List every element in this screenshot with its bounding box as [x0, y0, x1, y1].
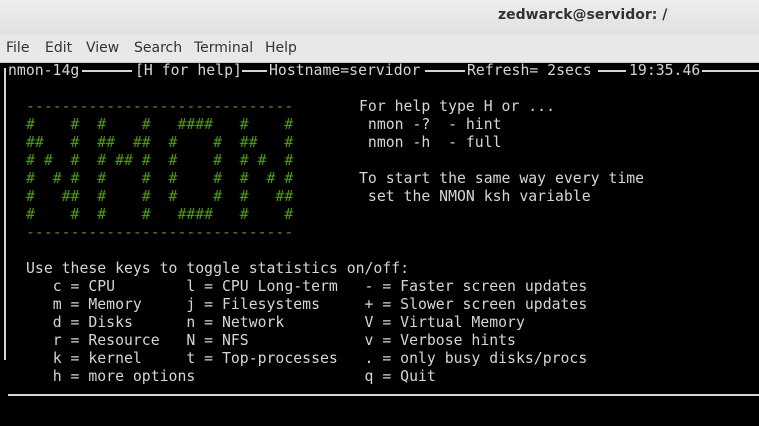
menu-bar: File Edit View Search Terminal Help	[0, 34, 759, 63]
header-rule	[82, 70, 132, 72]
logo-line: # # # # #### # #	[26, 206, 294, 223]
help-line: nmon -? - hint	[359, 116, 502, 133]
window-titlebar[interactable]: zedwarck@servidor: /	[0, 0, 759, 34]
header-rule	[598, 70, 626, 72]
header-help-hint: [H for help]	[135, 62, 242, 79]
menu-terminal[interactable]: Terminal	[194, 40, 253, 56]
header-app: nmon-14g	[8, 62, 80, 79]
logo-line: # # # # #### # #	[26, 116, 294, 133]
header-rule	[425, 70, 465, 72]
keys-row: r = Resource N = NFS v = Verbose hints	[26, 332, 516, 349]
keys-row: d = Disks n = Network V = Virtual Memory	[26, 314, 525, 331]
help-line: set the NMON ksh variable	[359, 188, 591, 205]
header-rule	[702, 70, 759, 72]
header-hostname: Hostname=servidor	[269, 62, 421, 79]
keys-row: c = CPU l = CPU Long-term - = Faster scr…	[26, 278, 588, 295]
menu-view[interactable]: View	[86, 40, 119, 56]
keys-row: h = more options q = Quit	[26, 368, 436, 385]
keys-row: m = Memory j = Filesystems + = Slower sc…	[26, 296, 588, 313]
header-refresh: Refresh= 2secs	[467, 62, 592, 79]
menu-edit[interactable]: Edit	[45, 40, 72, 56]
help-line: nmon -h - full	[359, 134, 502, 151]
logo-line: # ## # # # # # ##	[26, 188, 294, 205]
header-time: 19:35.46	[629, 62, 701, 79]
menu-search[interactable]: Search	[134, 40, 182, 56]
logo-line: # # # # # # # # # #	[26, 170, 294, 187]
keys-heading: Use these keys to toggle statistics on/o…	[26, 260, 410, 277]
bottom-rule	[8, 394, 759, 396]
logo-line: ------------------------------	[26, 98, 294, 115]
menu-help[interactable]: Help	[265, 40, 297, 56]
menu-file[interactable]: File	[6, 40, 29, 56]
logo-line: # # # # ## # # # # # #	[26, 152, 294, 169]
logo-line: ------------------------------	[26, 224, 294, 241]
header-rule	[242, 70, 267, 72]
keys-row: k = kernel t = Top-processes . = only bu…	[26, 350, 588, 367]
help-line: For help type H or ...	[359, 98, 555, 115]
terminal-area[interactable]: nmon-14g [H for help] Hostname=servidor …	[0, 62, 759, 426]
logo-line: ## # ## ## # # ## #	[26, 134, 294, 151]
left-border	[4, 68, 6, 360]
window-title: zedwarck@servidor: /	[498, 7, 668, 23]
help-line: To start the same way every time	[359, 170, 645, 187]
